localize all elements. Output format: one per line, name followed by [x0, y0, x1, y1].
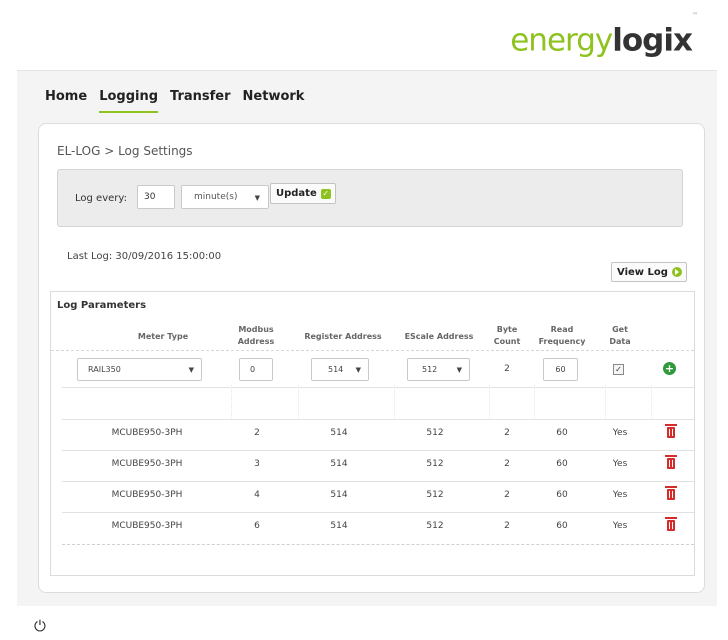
row-modbus-address: 4	[254, 490, 260, 500]
row-modbus-address: 6	[254, 521, 260, 531]
row-meter-type: MCUBE950-3PH	[111, 521, 183, 531]
row-register-address: 514	[330, 428, 348, 438]
col-header-read-frequency: Read Frequency	[538, 325, 586, 346]
update-button[interactable]: Update ✓	[270, 183, 336, 204]
row-byte-count: 2	[504, 521, 510, 531]
chevron-down-icon: ▼	[188, 366, 194, 374]
empty-row-separator	[489, 385, 490, 418]
row-read-frequency: 60	[556, 428, 568, 438]
view-log-button[interactable]: View Log	[611, 262, 687, 282]
col-header-meter-type: Meter Type	[137, 332, 189, 341]
meter-type-select[interactable]: RAIL350 ▼	[77, 358, 202, 381]
row-divider	[62, 512, 694, 513]
row-divider	[62, 481, 694, 482]
col-header-register-address: Register Address	[304, 332, 382, 341]
log-interval-input[interactable]	[137, 185, 175, 209]
header-divider	[51, 350, 694, 351]
row-read-frequency: 60	[556, 459, 568, 469]
col-header-get-data: Get Data	[609, 325, 631, 346]
log-interval-box: Log every: minute(s) ▼ Update ✓	[57, 169, 683, 227]
row-read-frequency: 60	[556, 521, 568, 531]
interval-unit-value: minute(s)	[194, 192, 238, 202]
arrow-circle-icon	[671, 267, 682, 277]
chevron-down-icon: ▼	[456, 366, 462, 374]
nav-network[interactable]: Network	[243, 89, 305, 113]
view-log-label: View Log	[617, 266, 668, 278]
empty-row-separator	[651, 385, 652, 418]
read-frequency-value: 60	[555, 365, 566, 374]
breadcrumb: EL-LOG > Log Settings	[57, 144, 193, 158]
logo-tm: ™	[692, 12, 698, 19]
col-header-modbus-address: Modbus Address	[237, 325, 275, 346]
interval-unit-select[interactable]: minute(s) ▼	[181, 185, 269, 209]
last-log-text: Last Log: 30/09/2016 15:00:00	[67, 251, 222, 262]
update-button-label: Update	[276, 188, 317, 199]
row-escale-address: 512	[426, 521, 444, 531]
row-register-address: 514	[330, 521, 348, 531]
energylogix-logo: energylogix ™	[510, 12, 698, 59]
meter-type-value: RAIL350	[88, 365, 121, 374]
row-divider	[62, 387, 694, 388]
row-escale-address: 512	[426, 490, 444, 500]
get-data-checkbox[interactable]: ✓	[613, 364, 624, 375]
log-parameters-title: Log Parameters	[57, 300, 147, 311]
logo-logix: logix	[612, 22, 693, 59]
row-byte-count: 2	[504, 490, 510, 500]
row-meter-type: MCUBE950-3PH	[111, 490, 183, 500]
power-icon[interactable]: ⏻	[34, 617, 46, 635]
main-nav: Home Logging Transfer Network	[45, 89, 304, 113]
read-frequency-input[interactable]: 60	[543, 358, 578, 381]
empty-row-separator	[298, 385, 299, 418]
add-icon[interactable]: +	[663, 362, 676, 375]
header-bar: energylogix ™	[17, 6, 717, 71]
row-read-frequency: 60	[556, 490, 568, 500]
log-every-label: Log every:	[75, 193, 127, 204]
row-escale-address: 512	[426, 428, 444, 438]
log-parameters-box: Log Parameters Meter Type Modbus Address…	[50, 291, 695, 576]
chevron-down-icon: ▼	[254, 194, 260, 202]
empty-row-separator	[534, 385, 535, 418]
row-register-address: 514	[330, 490, 348, 500]
col-header-byte-count: Byte Count	[493, 325, 521, 346]
check-icon: ✓	[320, 188, 331, 199]
row-meter-type: MCUBE950-3PH	[111, 459, 183, 469]
row-divider	[62, 450, 694, 451]
chevron-down-icon: ▼	[355, 366, 361, 374]
nav-home[interactable]: Home	[45, 89, 87, 113]
row-get-data: Yes	[612, 521, 628, 531]
modbus-address-input[interactable]: 0	[239, 358, 273, 381]
empty-row-separator	[231, 385, 232, 418]
row-byte-count: 2	[504, 459, 510, 469]
row-divider	[62, 419, 694, 420]
row-get-data: Yes	[612, 428, 628, 438]
row-byte-count: 2	[504, 428, 510, 438]
empty-row-separator	[605, 385, 606, 418]
row-get-data: Yes	[612, 459, 628, 469]
trash-icon[interactable]	[665, 424, 677, 438]
row-escale-address: 512	[426, 459, 444, 469]
row-modbus-address: 3	[254, 459, 260, 469]
row-divider	[62, 544, 694, 545]
row-register-address: 514	[330, 459, 348, 469]
register-address-value: 514	[328, 365, 344, 374]
log-settings-panel: EL-LOG > Log Settings Log every: minute(…	[38, 123, 705, 593]
trash-icon[interactable]	[665, 517, 677, 531]
empty-row-separator	[394, 385, 395, 418]
modbus-address-value: 0	[250, 365, 256, 374]
trash-icon[interactable]	[665, 455, 677, 469]
row-meter-type: MCUBE950-3PH	[111, 428, 183, 438]
register-address-select[interactable]: 514 ▼	[311, 358, 369, 381]
nav-transfer[interactable]: Transfer	[170, 89, 231, 113]
byte-count-value: 2	[504, 364, 510, 374]
row-modbus-address: 2	[254, 428, 260, 438]
trash-icon[interactable]	[665, 486, 677, 500]
escale-address-value: 512	[422, 365, 438, 374]
escale-address-select[interactable]: 512 ▼	[407, 358, 470, 381]
logo-energy: energy	[510, 22, 613, 59]
col-header-escale-address: EScale Address	[404, 332, 474, 341]
row-get-data: Yes	[612, 490, 628, 500]
nav-logging[interactable]: Logging	[99, 89, 159, 113]
